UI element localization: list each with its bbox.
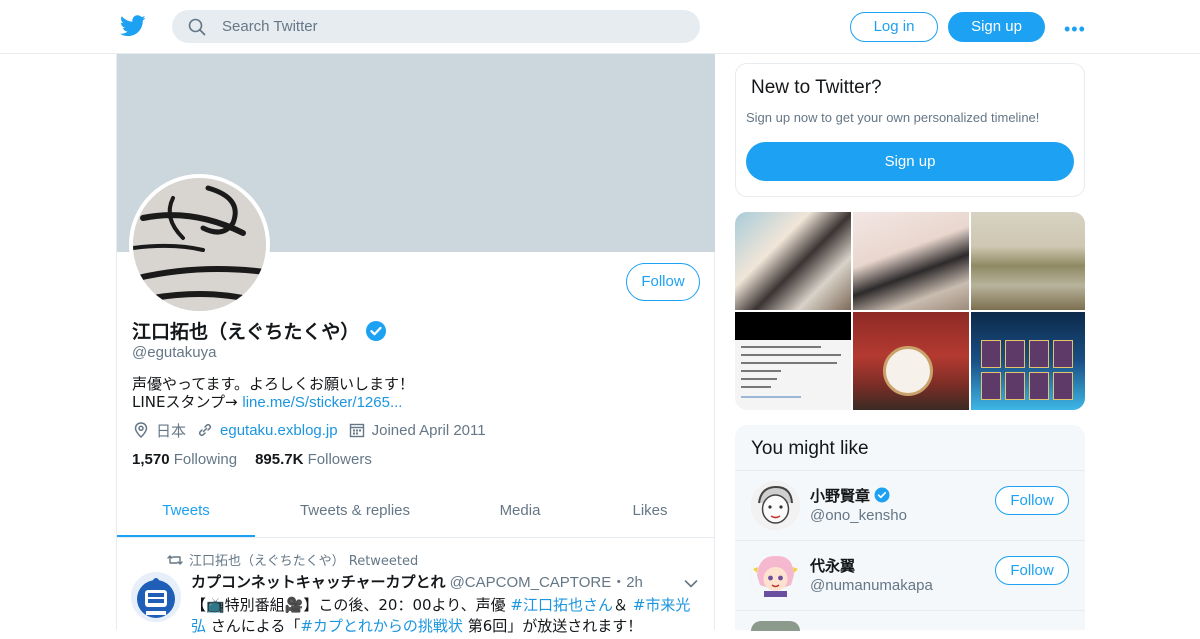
new-to-twitter-subtitle: Sign up now to get your own personalized… xyxy=(746,110,1040,125)
media-thumbnail[interactable] xyxy=(735,212,851,310)
followers-stat[interactable]: 895.7K Followers xyxy=(255,451,372,468)
tweet-header: カプコンネットキャッチャーカプとれ @CAPCOM_CAPTORE・2h xyxy=(191,571,643,592)
profile-website-link[interactable]: egutaku.exblog.jp xyxy=(220,422,338,439)
tab-tweets[interactable]: Tweets xyxy=(117,486,255,537)
suggested-user-row-partial[interactable] xyxy=(735,610,1085,631)
verified-badge-icon xyxy=(366,321,387,341)
suggested-user-name-row: 代永翼 xyxy=(810,555,855,576)
suggested-user-name[interactable]: 小野賢章 xyxy=(810,487,870,505)
profile-meta: 日本 egutaku.exblog.jp Joined April 2011 xyxy=(132,420,486,440)
retweet-icon xyxy=(167,555,183,565)
hashtag-link[interactable]: 弘 xyxy=(191,617,206,635)
tweet-author-avatar[interactable] xyxy=(131,572,181,622)
avatar-sketch-image xyxy=(133,178,266,311)
profile-stats: 1,570 Following 895.7K Followers xyxy=(132,451,372,468)
search-input[interactable] xyxy=(222,10,682,43)
media-thumbnail[interactable] xyxy=(971,212,1085,310)
link-icon xyxy=(199,423,212,437)
sketch-face-image xyxy=(751,481,800,530)
media-thumbnail[interactable] xyxy=(853,312,969,410)
hashtag-link[interactable]: #市来光 xyxy=(633,596,691,614)
profile-name-row: 江口拓也（えぐちたくや） xyxy=(132,317,387,344)
profile-name: 江口拓也（えぐちたくや） xyxy=(132,321,360,343)
suggested-user-name-row: 小野賢章 xyxy=(810,485,890,506)
login-button[interactable]: Log in xyxy=(850,12,938,42)
tweet-text-line: 【📺特別番組🎥】この後、20：00より、声優 #江口拓也さん＆ #市来光 xyxy=(191,594,690,615)
search-icon xyxy=(188,18,206,36)
media-thumbnail[interactable] xyxy=(735,312,851,410)
following-count: 1,570 xyxy=(132,451,170,468)
location-pin-icon xyxy=(134,422,148,439)
retweeted-by-text: 江口拓也（えぐちたくや） Retweeted xyxy=(189,554,419,569)
profile-column: Follow 江口拓也（えぐちたくや） @egutakuya 声優やってます。よ… xyxy=(116,54,715,635)
profile-tabs: Tweets Tweets & replies Media Likes xyxy=(117,486,715,538)
following-label: Following xyxy=(173,451,238,468)
tweet-item[interactable]: 江口拓也（えぐちたくや） Retweeted カプコンネットキャッチャーカプとれ… xyxy=(117,539,715,639)
anime-character-image xyxy=(751,551,800,600)
suggested-user-handle: @ono_kensho xyxy=(810,507,907,524)
calendar-icon xyxy=(349,423,364,438)
tweet-text-line: 弘 さんによる「#カプとれからの挑戦状 第6回」が放送されます！ xyxy=(191,615,642,636)
followers-count: 895.7K xyxy=(255,451,304,468)
tweet-timestamp[interactable]: ・2h xyxy=(611,574,643,591)
followers-label: Followers xyxy=(307,451,372,468)
follow-button[interactable]: Follow xyxy=(626,263,700,301)
tweet-text: さんによる「 xyxy=(206,617,301,635)
suggested-user-row[interactable]: 代永翼 @numanumakapa Follow xyxy=(735,540,1085,610)
tweet-text: ＆ xyxy=(612,596,633,614)
bio-text: LINEスタンプ→ xyxy=(132,393,238,411)
retweet-context: 江口拓也（えぐちたくや） Retweeted xyxy=(167,550,418,569)
twitter-bird-icon[interactable] xyxy=(120,14,146,38)
media-thumbnail[interactable] xyxy=(971,312,1085,410)
profile-handle: @egutakuya xyxy=(132,344,217,361)
hashtag-link[interactable]: #カプとれからの挑戦状 xyxy=(300,617,463,635)
suggested-user-row[interactable]: 小野賢章 @ono_kensho Follow xyxy=(735,470,1085,540)
top-navigation-bar: Log in Sign up ••• xyxy=(0,0,1200,54)
following-stat[interactable]: 1,570 Following xyxy=(132,451,237,468)
sidebar-signup-button[interactable]: Sign up xyxy=(746,142,1074,181)
chevron-down-icon[interactable] xyxy=(684,579,698,589)
media-thumbnail[interactable] xyxy=(853,212,969,310)
suggested-user-avatar[interactable] xyxy=(751,481,800,530)
verified-badge-icon xyxy=(874,487,890,503)
suggested-user-avatar[interactable] xyxy=(751,551,800,600)
more-options-icon[interactable]: ••• xyxy=(1064,19,1088,39)
signup-button[interactable]: Sign up xyxy=(948,12,1045,42)
tweet-author-name[interactable]: カプコンネットキャッチャーカプとれ xyxy=(191,573,446,591)
profile-avatar[interactable] xyxy=(129,174,270,315)
profile-joined-date: Joined April 2011 xyxy=(371,421,486,439)
follow-suggested-user-button[interactable]: Follow xyxy=(995,556,1069,585)
suggested-user-name[interactable]: 代永翼 xyxy=(810,557,855,575)
new-to-twitter-card: New to Twitter? Sign up now to get your … xyxy=(735,63,1085,197)
tweet-text: 【📺特別番組🎥】この後、20：00より、声優 xyxy=(191,596,511,614)
bio-link[interactable]: line.me/S/sticker/1265... xyxy=(242,394,402,411)
tab-likes[interactable]: Likes xyxy=(585,486,715,537)
tweet-author-handle[interactable]: @CAPCOM_CAPTORE xyxy=(450,574,612,591)
follow-suggested-user-button[interactable]: Follow xyxy=(995,486,1069,515)
tweet-text: 第6回」が放送されます！ xyxy=(462,617,643,635)
profile-location: 日本 xyxy=(156,421,187,440)
profile-bio-line: LINEスタンプ→ line.me/S/sticker/1265... xyxy=(132,391,402,412)
tab-tweets-and-replies[interactable]: Tweets & replies xyxy=(255,486,455,537)
photos-and-videos-grid xyxy=(735,212,1085,410)
capcom-mascot-image xyxy=(131,572,181,622)
tab-media[interactable]: Media xyxy=(455,486,585,537)
you-might-like-card: You might like 小野賢章 @ono_kensho Follow 代… xyxy=(735,425,1085,631)
hashtag-link[interactable]: #江口拓也さん xyxy=(510,596,613,614)
suggested-user-handle: @numanumakapa xyxy=(810,577,933,594)
search-box[interactable] xyxy=(172,10,700,43)
you-might-like-title: You might like xyxy=(751,438,869,459)
new-to-twitter-title: New to Twitter? xyxy=(751,77,882,98)
